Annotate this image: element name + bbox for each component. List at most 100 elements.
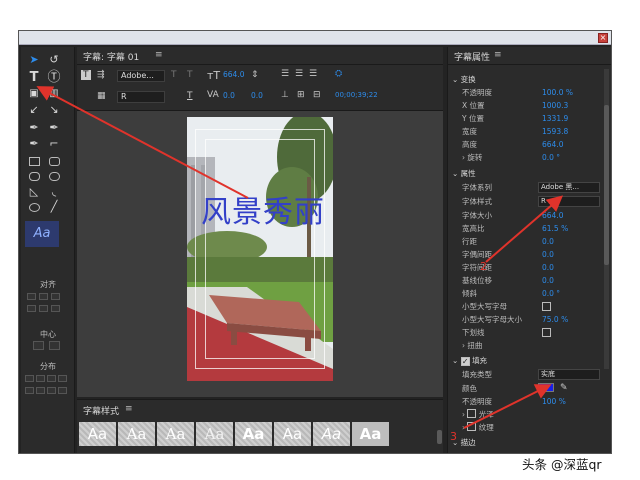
style-swatch[interactable]: Aa [118,422,155,446]
line-tool-icon[interactable]: ╱ [47,200,61,214]
font-family-dropdown[interactable]: Adobe 黑... [538,182,600,193]
distribute-vcenter-icon[interactable] [36,387,45,394]
property-value[interactable]: 0.0 [542,235,554,248]
property-value[interactable]: 0.0 ° [542,287,560,300]
styles-panel-title[interactable]: 字幕样式 [83,404,119,417]
close-button[interactable]: × [598,33,608,43]
type-tool-icon[interactable]: T [27,71,41,85]
ellipse-tool-icon[interactable] [29,203,40,212]
align-bottom-icon[interactable] [51,305,60,312]
distribute-vspace-icon[interactable] [58,387,67,394]
stroke-section-header[interactable]: ⌄ 描边 [448,436,611,449]
align-middle-icon[interactable] [39,305,48,312]
styles-scrollbar[interactable] [437,430,442,444]
wedge-tool-icon[interactable]: ◺ [27,185,41,199]
property-value[interactable]: 1593.8 [542,125,568,138]
align-center-text-icon[interactable]: ☰ [295,69,303,79]
property-value[interactable]: 61.5 % [542,222,568,235]
distribute-top-icon[interactable] [25,387,34,394]
tab-stops-icon[interactable]: ⊥ [281,90,289,100]
align-left-text-icon[interactable]: ☰ [281,69,289,79]
property-value[interactable]: 100 % [542,395,566,408]
style-swatch[interactable]: Aa [196,422,233,446]
property-value[interactable]: 0.0 ° [542,151,560,164]
property-value[interactable]: 75.0 % [542,313,568,326]
timecode-value[interactable]: 00;00;39;22 [335,91,378,99]
title-caption-text[interactable]: 风景秀丽 [201,187,325,231]
properties-section-header[interactable]: ⌄ 属性 [448,167,611,180]
sheen-row[interactable]: › 光泽 [448,408,611,421]
property-value[interactable]: 0.0 [542,274,554,287]
background-video-icon[interactable]: ▦ [97,91,106,101]
underline-icon[interactable]: T [187,91,193,101]
kerning-value[interactable]: 0.0 [223,91,235,100]
vertical-type-tool-icon[interactable]: Ⓣ [47,71,61,85]
bold-icon[interactable]: T [171,70,177,80]
convert-anchor-tool-icon[interactable]: ⌐ [47,137,61,151]
safe-title-icon[interactable]: ⊞ [297,90,305,100]
styles-menu-icon[interactable]: ≡ [125,404,133,414]
sheen-checkbox[interactable] [467,409,477,418]
distribute-left-icon[interactable] [25,375,34,382]
underline-checkbox[interactable] [542,328,551,337]
distribute-bottom-icon[interactable] [47,387,56,394]
font-style-dropdown[interactable]: R [538,196,600,207]
add-anchor-tool-icon[interactable]: ✒ [27,137,41,151]
property-value[interactable]: 1000.3 [542,99,568,112]
pen-tool-icon[interactable]: ✒ [27,121,41,135]
safe-action-icon[interactable]: ⊟ [313,90,321,100]
style-swatch[interactable]: Aa [235,422,272,446]
property-value[interactable]: 100.0 % [542,86,573,99]
area-type-tool-icon[interactable]: ▣ [27,87,41,101]
property-value[interactable]: 664.0 [542,209,563,222]
property-value[interactable]: 0.0 [542,261,554,274]
eyedropper-icon[interactable]: ✎ [560,382,568,395]
new-title-icon[interactable]: T [81,70,91,80]
properties-panel-title[interactable]: 字幕属性 [454,50,490,63]
distribute-hcenter-icon[interactable] [36,375,45,382]
fill-section-header[interactable]: ⌄ ✓ 填充 [448,354,611,367]
rectangle-tool-icon[interactable] [29,157,40,166]
texture-checkbox[interactable] [467,422,477,431]
property-value[interactable]: 0.0 [542,248,554,261]
show-video-icon[interactable]: ⛭ [335,69,342,79]
align-top-icon[interactable] [27,305,36,312]
fill-color-swatch[interactable] [538,383,554,392]
small-caps-checkbox[interactable] [542,302,551,311]
font-size-value[interactable]: 664.0 [223,70,244,79]
style-swatch[interactable]: Aa [157,422,194,446]
properties-menu-icon[interactable]: ≡ [494,50,502,60]
style-swatch[interactable]: Aa [352,422,389,446]
fill-checkbox[interactable]: ✓ [460,357,470,366]
rounded-rectangle-tool-icon[interactable] [49,157,60,166]
style-swatch[interactable]: Aa [79,422,116,446]
property-value[interactable]: 664.0 [542,138,563,151]
style-swatch[interactable]: Aa [313,422,350,446]
font-style-select[interactable]: R [117,91,165,103]
align-center-icon[interactable] [39,293,48,300]
delete-anchor-tool-icon[interactable]: ✒ [47,121,61,135]
designer-menu-icon[interactable]: ≡ [155,50,163,60]
italic-icon[interactable]: T [187,70,193,80]
center-vertical-icon[interactable] [49,341,60,350]
selection-tool-icon[interactable]: ➤ [27,53,41,67]
align-right-icon[interactable] [51,293,60,300]
vertical-path-type-tool-icon[interactable]: ↘ [47,103,61,117]
property-value[interactable]: 1331.9 [542,112,568,125]
distribute-right-icon[interactable] [47,375,56,382]
roll-crawl-icon[interactable]: ⇶ [97,70,105,80]
transform-section-header[interactable]: ⌄ 变换 [448,73,611,86]
distort-row[interactable]: › 扭曲 [448,339,611,352]
font-family-select[interactable]: Adobe... [117,70,165,82]
arc-tool-icon[interactable]: ◟ [47,185,61,199]
fill-type-dropdown[interactable]: 实底 [538,369,600,380]
rounded-corner-tool-icon[interactable] [49,172,60,181]
rotation-tool-icon[interactable]: ↺ [47,53,61,67]
designer-tab-title[interactable]: 字幕: 字幕 01 [83,50,139,63]
path-type-tool-icon[interactable]: ↙ [27,103,41,117]
align-left-icon[interactable] [27,293,36,300]
style-swatch[interactable]: Aa [274,422,311,446]
clipped-corner-tool-icon[interactable] [29,172,40,181]
align-right-text-icon[interactable]: ☰ [309,69,317,79]
distribute-hspace-icon[interactable] [58,375,67,382]
